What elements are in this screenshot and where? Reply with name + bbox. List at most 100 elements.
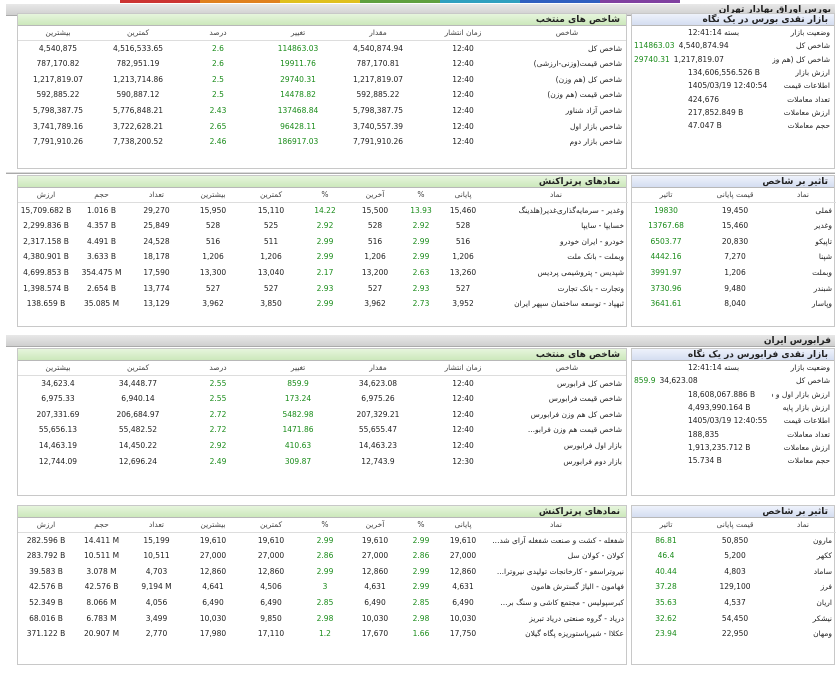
symbol-link[interactable]: اریان	[770, 595, 836, 611]
table-row[interactable]: 7,791,910.26 7,738,200.52 2.46 186917.03 7,7…	[18, 134, 626, 150]
table-row[interactable]: 14,463.19 14,450.22 2.92 410.63 14,463.23 12:…	[18, 438, 626, 454]
symbol-link[interactable]: ثبهپاد - توسعه ساختمان سپهر ایران	[484, 296, 628, 312]
table-row[interactable]: 23.94 22,950 ومهان	[632, 626, 836, 642]
table-row[interactable]: 39.583 B 3.078 M 4,703 12,860 12,860 2.99 12,8…	[18, 563, 628, 579]
index-name-link[interactable]: شاخص بازار اول	[508, 118, 626, 134]
table-row[interactable]: 3991.97 1,206 وبملت	[632, 265, 836, 281]
table-row[interactable]: 15,709.682 B 1.016 B 29,270 15,950 15,110 14.…	[18, 202, 628, 218]
symbol-link[interactable]: وغدیر - سرمایه‌گذاری‌غدیر(هلدینگ	[484, 202, 628, 218]
index-name-link[interactable]: شاخص قیمت (هم وزن)	[508, 87, 626, 103]
table-row[interactable]: 207,331.69 206,684.97 2.72 5482.98 207,329.2…	[18, 406, 626, 422]
table-row[interactable]: 6503.77 20,830 تاپیکو	[632, 233, 836, 249]
table-row[interactable]: 3,741,789.16 3,722,628.21 2.65 96428.11 3,74…	[18, 118, 626, 134]
index-name-link[interactable]: شاخص آزاد شناور	[508, 103, 626, 119]
close-percent-cell: 2.98	[412, 613, 430, 623]
symbol-link[interactable]: وتجارت - بانک تجارت	[484, 280, 628, 296]
ifb-glance-table: بسته 12:41:14 وضعیت بازار 859.9 34,623.08 شا…	[632, 361, 834, 467]
table-row[interactable]: 13767.68 15,460 وغدیر	[632, 218, 836, 234]
symbol-link[interactable]: کبرسپولیس - مجتمع کاشی و سنگ بر...	[484, 595, 628, 611]
index-name-link[interactable]: بازار اول فرابورس	[508, 438, 626, 454]
table-row[interactable]: 52.349 B 8.066 M 4,056 6,490 6,490 2.85 6,490 2…	[18, 595, 628, 611]
index-name-link[interactable]: شاخص قیمت(وزنی-ارزشی)	[508, 56, 626, 72]
glance-change: 114863.03	[634, 41, 675, 51]
symbol-link[interactable]: مارون	[770, 532, 836, 548]
table-row[interactable]: 1,398.574 B 2.654 B 13,774 527 527 2.93 527 2.9…	[18, 280, 628, 296]
symbol-link[interactable]: خسایپا - سایپا	[484, 218, 628, 234]
table-row[interactable]: 34,623.4 34,448.77 2.55 859.9 34,623.08 12:40…	[18, 375, 626, 391]
symbol-link[interactable]: وبملت	[770, 265, 836, 281]
symbol-link[interactable]: وغدیر	[770, 218, 836, 234]
table-row[interactable]: 1,217,819.07 1,213,714.86 2.5 29740.31 1,217…	[18, 71, 626, 87]
glance-label: شاخص کل (هم وزن)	[772, 54, 830, 64]
index-name-link[interactable]: شاخص کل هم وزن فرابورس	[508, 406, 626, 422]
symbol-link[interactable]: عکلاا - شیرپاستوریزه پگاه گیلان	[484, 626, 628, 642]
symbol-link[interactable]: فملی	[770, 202, 836, 218]
index-name-link[interactable]: شاخص قیمت هم وزن فرابو...	[508, 422, 626, 438]
column-header: تعداد	[129, 188, 184, 203]
table-row[interactable]: 42.576 B 42.576 B 9,194 M 4,641 4,506 3 4,631 2…	[18, 579, 628, 595]
table-row[interactable]: 4442.16 7,270 شپنا	[632, 249, 836, 265]
table-row[interactable]: 46.4 5,200 ککهر	[632, 548, 836, 564]
symbol-link[interactable]: شفغله - کشت و صنعت شفغله آرای شد...	[484, 532, 628, 548]
symbol-link[interactable]: شبندر	[770, 280, 836, 296]
table-row[interactable]: 86.81 50,850 مارون	[632, 532, 836, 548]
table-row[interactable]: 3730.96 9,480 شبندر	[632, 280, 836, 296]
symbol-link[interactable]: نیشکر	[770, 610, 836, 626]
index-name-link[interactable]: شاخص بازار دوم	[508, 134, 626, 150]
symbol-link[interactable]: فهامون - الیاژ گسترش هامون	[484, 579, 628, 595]
table-row[interactable]: 32.62 54,450 نیشکر	[632, 610, 836, 626]
tse-symbols-panel: نمادهای پرتراکنش ارزش حجم تعداد بیشترین کمتر…	[17, 175, 628, 327]
index-name-link[interactable]: شاخص کل	[508, 40, 626, 56]
symbol-link[interactable]: ومهان	[770, 626, 836, 642]
table-row[interactable]: 4,699.853 B 354.475 M 17,590 13,300 13,040 2.…	[18, 265, 628, 281]
high-cell: 516	[205, 236, 221, 246]
time-cell: 12:40	[452, 90, 474, 100]
index-name-link[interactable]: بازار دوم فرابورس	[508, 453, 626, 469]
symbol-link[interactable]: ساماد	[770, 563, 836, 579]
table-row[interactable]: 40.44 4,803 ساماد	[632, 563, 836, 579]
volume-cell: 10.511 M	[83, 551, 120, 561]
table-row[interactable]: 55,656.13 55,482.52 2.72 1471.86 55,655.47 12…	[18, 422, 626, 438]
symbol-link[interactable]: تاپیکو	[770, 233, 836, 249]
table-row[interactable]: 138.659 B 35.085 M 13,129 3,962 3,850 2.99 3,9…	[18, 296, 628, 312]
table-row[interactable]: 37.28 129,100 فرز	[632, 579, 836, 595]
value-cell: 592,885.22	[356, 90, 400, 100]
table-row[interactable]: 35.63 4,537 اریان	[632, 595, 836, 611]
table-row[interactable]: 3641.61 8,040 وپاسار	[632, 296, 836, 312]
close-percent-cell: 2.86	[412, 551, 430, 561]
symbol-link[interactable]: خودرو - ایران‌ خودرو	[484, 233, 628, 249]
table-row[interactable]: 4,380.901 B 3.633 B 18,178 1,206 1,206 2.99 1,…	[18, 249, 628, 265]
ifb-impact-panel: تاثیر بر شاخص تاثیر قیمت پایانی نماد 86.81 5…	[631, 505, 836, 665]
table-row[interactable]: 787,170.82 782,951.19 2.6 19911.76 787,170.8…	[18, 56, 626, 72]
close-percent-cell: 2.85	[412, 598, 430, 608]
symbol-link[interactable]: نیروتراسفو - کارخانجات تولیدی نیروترا...	[484, 563, 628, 579]
symbol-link[interactable]: شپدیس - پتروشیمی پردیس	[484, 265, 628, 281]
glance-label: حجم معاملات	[787, 121, 830, 131]
table-row[interactable]: 68.016 B 6.783 M 3,499 10,030 9,850 2.98 10,03…	[18, 610, 628, 626]
table-row[interactable]: 283.792 B 10.511 M 10,511 27,000 27,000 2.86 2…	[18, 548, 628, 564]
table-row[interactable]: 2,299.836 B 4.357 B 25,849 528 525 2.92 528 2.9…	[18, 218, 628, 234]
high-cell: 528	[205, 221, 221, 231]
index-name-link[interactable]: شاخص قیمت فرابورس	[508, 391, 626, 407]
glance-row: 4,493,990.164 B ارزش بازار پایه	[632, 401, 834, 414]
index-name-link[interactable]: شاخص کل فرابورس	[508, 375, 626, 391]
symbol-link[interactable]: وپاسار	[770, 296, 836, 312]
table-row[interactable]: 282.596 B 14.411 M 15,199 19,610 19,610 2.99 1…	[18, 532, 628, 548]
table-row[interactable]: 2,317.158 B 4.491 B 24,528 516 511 2.99 516 2.9…	[18, 233, 628, 249]
index-name-link[interactable]: شاخص کل (هم وزن)	[508, 71, 626, 87]
table-row[interactable]: 371.122 B 20.907 M 2,770 17,980 17,110 1.2 17,…	[18, 626, 628, 642]
symbol-link[interactable]: وبملت - بانک ملت	[484, 249, 628, 265]
symbol-link[interactable]: شپنا	[770, 249, 836, 265]
symbol-link[interactable]: دریاد - گروه صنعتی دریاد تبریز	[484, 610, 628, 626]
table-row[interactable]: 592,885.22 590,887.12 2.5 14478.82 592,885.2…	[18, 87, 626, 103]
table-row[interactable]: 5,798,387.75 5,776,848.21 2.43 137468.84 5,7…	[18, 103, 626, 119]
table-row[interactable]: 6,975.33 6,940.14 2.55 173.24 6,975.26 12:40 ش…	[18, 391, 626, 407]
table-row[interactable]: 19830 19,450 فملی	[632, 202, 836, 218]
symbol-link[interactable]: کولان - کولان سل	[484, 548, 628, 564]
value-cell: 52.349 B	[29, 598, 63, 608]
table-row[interactable]: 12,744.09 12,696.24 2.49 309.87 12,743.9 12:3…	[18, 453, 626, 469]
last-percent-cell: 2.99	[316, 299, 334, 309]
symbol-link[interactable]: فرز	[770, 579, 836, 595]
symbol-link[interactable]: ککهر	[770, 548, 836, 564]
table-row[interactable]: 4,540,875 4,516,533.65 2.6 114863.03 4,540,8…	[18, 40, 626, 56]
